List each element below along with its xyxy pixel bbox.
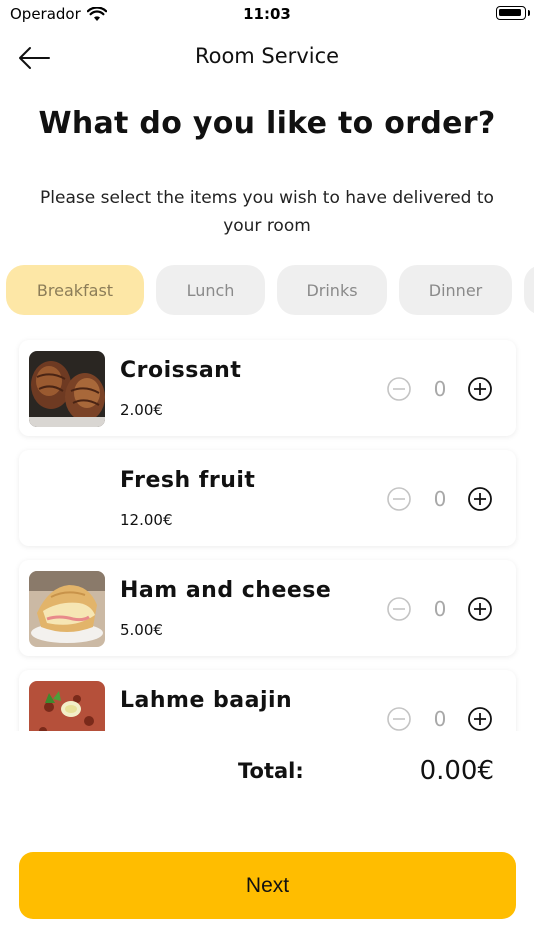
- quantity-value: 0: [433, 597, 447, 621]
- quantity-stepper: 0: [386, 486, 496, 512]
- fresh-fruit-photo-placeholder: [29, 461, 105, 537]
- page-heading: What do you like to order?: [38, 106, 496, 141]
- item-price: 12.00€: [120, 511, 173, 529]
- tab-lunch[interactable]: Lunch: [156, 265, 265, 315]
- minus-circle-icon[interactable]: [386, 706, 412, 731]
- nav-title: Room Service: [194, 44, 340, 68]
- battery-icon: [496, 6, 526, 20]
- tab-breakfast[interactable]: Breakfast: [6, 265, 144, 315]
- item-name: Fresh fruit: [120, 468, 256, 493]
- nav-bar: Room Service: [0, 36, 534, 80]
- quantity-stepper: 0: [386, 706, 496, 731]
- quantity-value: 0: [433, 707, 447, 731]
- tab-drinks[interactable]: Drinks: [277, 265, 387, 315]
- list-item: Croissant 2.00€ 0: [19, 340, 516, 436]
- total-value: 0.00€: [419, 756, 494, 786]
- total-label: Total:: [238, 759, 304, 783]
- next-button[interactable]: Next: [19, 852, 516, 919]
- item-price: 5.00€: [120, 621, 163, 639]
- quantity-value: 0: [433, 487, 447, 511]
- plus-circle-icon[interactable]: [467, 596, 493, 622]
- quantity-value: 0: [433, 377, 447, 401]
- plus-circle-icon[interactable]: [467, 706, 493, 731]
- status-bar: Operador 11:03: [0, 0, 534, 30]
- tab-overflow[interactable]: [524, 265, 534, 315]
- category-tabs: Breakfast Lunch Drinks Dinner: [6, 265, 534, 317]
- status-time: 11:03: [243, 5, 291, 23]
- quantity-stepper: 0: [386, 376, 496, 402]
- croissant-photo: [29, 351, 105, 427]
- item-price: 2.00€: [120, 401, 163, 419]
- list-item: Fresh fruit 12.00€ 0: [19, 450, 516, 546]
- list-item: Ham and cheese 5.00€ 0: [19, 560, 516, 656]
- plus-circle-icon[interactable]: [467, 486, 493, 512]
- minus-circle-icon[interactable]: [386, 486, 412, 512]
- plus-circle-icon[interactable]: [467, 376, 493, 402]
- items-list: Croissant 2.00€ 0 Fresh fruit 12.00€ 0 H…: [0, 330, 534, 731]
- page-subheading: Please select the items you wish to have…: [40, 188, 494, 236]
- ham-and-cheese-photo: [29, 571, 105, 647]
- tab-dinner[interactable]: Dinner: [399, 265, 512, 315]
- minus-circle-icon[interactable]: [386, 376, 412, 402]
- lahme-baajin-photo: [29, 681, 105, 731]
- minus-circle-icon[interactable]: [386, 596, 412, 622]
- list-item: Lahme baajin 0: [19, 670, 516, 731]
- item-name: Lahme baajin: [120, 688, 293, 713]
- item-name: Ham and cheese: [120, 578, 332, 603]
- quantity-stepper: 0: [386, 596, 496, 622]
- total-row: Total: 0.00€: [0, 756, 534, 790]
- item-name: Croissant: [120, 358, 242, 383]
